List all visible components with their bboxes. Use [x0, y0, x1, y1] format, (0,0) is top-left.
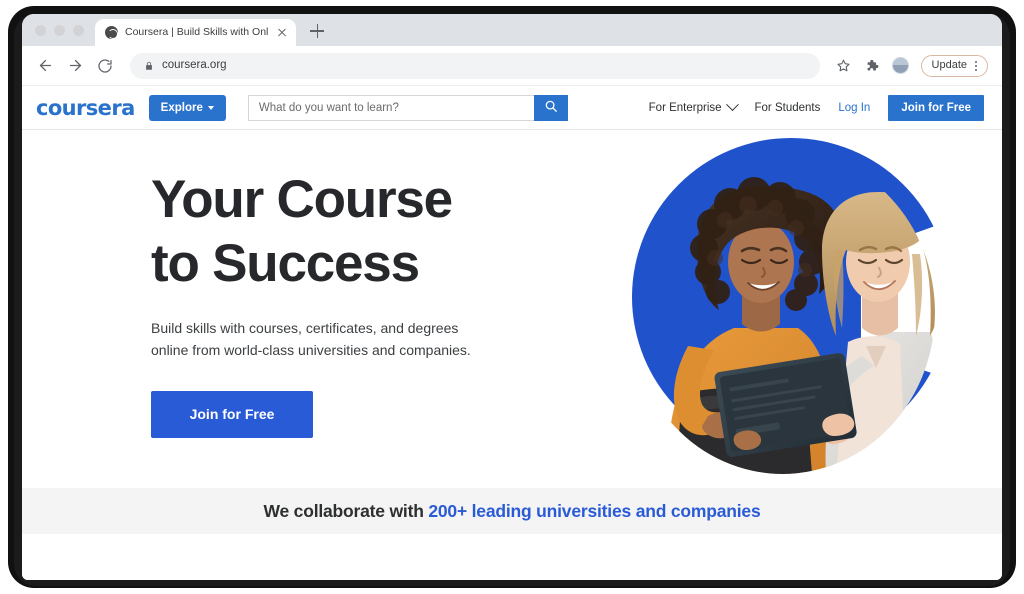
lock-icon	[144, 60, 154, 72]
hero-subtitle-line-2: from world-class universities and compan…	[192, 341, 471, 358]
hero-join-for-free-button[interactable]: Join for Free	[151, 390, 313, 438]
collaborate-prefix: We collaborate with	[263, 500, 429, 521]
collaborate-text: We collaborate with 200+ leading univers…	[263, 501, 760, 522]
arrow-right-icon[interactable]	[62, 53, 88, 79]
window-traffic-lights	[22, 25, 95, 46]
reload-icon[interactable]	[92, 53, 118, 79]
hero-title-line-2: to Success	[151, 234, 420, 294]
browser-window: Coursera | Build Skills with Onl courser…	[22, 14, 1002, 580]
kebab-menu-icon[interactable]	[971, 59, 981, 73]
globe-icon	[105, 26, 118, 39]
hero-subtitle: Build skills with courses, certificates,…	[151, 318, 481, 361]
site-search	[247, 94, 568, 121]
browser-toolbar: coursera.org Update	[22, 46, 1002, 86]
plus-icon[interactable]	[304, 18, 330, 44]
explore-button[interactable]: Explore	[148, 94, 226, 121]
collaborate-highlight-link[interactable]: 200+ leading universities and companies	[428, 501, 760, 521]
search-icon	[544, 99, 558, 116]
screenshot-root: Coursera | Build Skills with Onl courser…	[0, 0, 1024, 594]
address-bar[interactable]: coursera.org	[130, 52, 820, 79]
search-input[interactable]	[247, 94, 534, 121]
chevron-down-icon	[725, 98, 739, 112]
hero-title-line-1: Your Course	[151, 170, 453, 229]
coursera-logo[interactable]: coursera	[36, 96, 135, 120]
update-button-label: Update	[931, 59, 967, 71]
nav-for-students[interactable]: For Students	[755, 102, 821, 114]
header-join-for-free-button[interactable]: Join for Free	[888, 94, 984, 121]
window-minimize-button[interactable]	[54, 25, 65, 36]
hero-section: Your Course to Success Build skills with…	[22, 130, 1002, 534]
collaborate-band: We collaborate with 200+ leading univers…	[22, 488, 1002, 534]
browser-tab[interactable]: Coursera | Build Skills with Onl	[95, 19, 297, 46]
hero-artwork	[620, 136, 960, 481]
address-bar-url: coursera.org	[162, 59, 227, 71]
close-icon[interactable]	[275, 26, 289, 40]
nav-for-enterprise[interactable]: For Enterprise	[648, 98, 739, 114]
web-page: coursera Explore For Enterprise	[22, 86, 1002, 580]
profile-avatar[interactable]	[891, 57, 909, 74]
arrow-left-icon[interactable]	[32, 53, 58, 79]
puzzle-piece-icon[interactable]	[860, 54, 884, 78]
nav-log-in[interactable]: Log In	[838, 102, 870, 114]
search-button[interactable]	[533, 94, 568, 121]
page-title: Your Course to Success	[151, 168, 541, 296]
browser-tab-strip: Coursera | Build Skills with Onl	[22, 14, 1002, 46]
chevron-down-icon	[207, 105, 214, 110]
explore-button-label: Explore	[160, 101, 203, 114]
window-close-button[interactable]	[35, 25, 46, 36]
hero-photo	[630, 150, 935, 474]
site-header: coursera Explore For Enterprise	[22, 86, 1002, 130]
browser-tab-title: Coursera | Build Skills with Onl	[125, 27, 269, 38]
star-icon[interactable]	[832, 54, 856, 78]
update-button[interactable]: Update	[920, 54, 988, 77]
window-maximize-button[interactable]	[73, 25, 84, 36]
hero-copy: Your Course to Success Build skills with…	[151, 168, 541, 438]
nav-for-enterprise-label: For Enterprise	[648, 101, 722, 114]
site-header-nav: For Enterprise For Students Log In Join …	[648, 94, 984, 121]
